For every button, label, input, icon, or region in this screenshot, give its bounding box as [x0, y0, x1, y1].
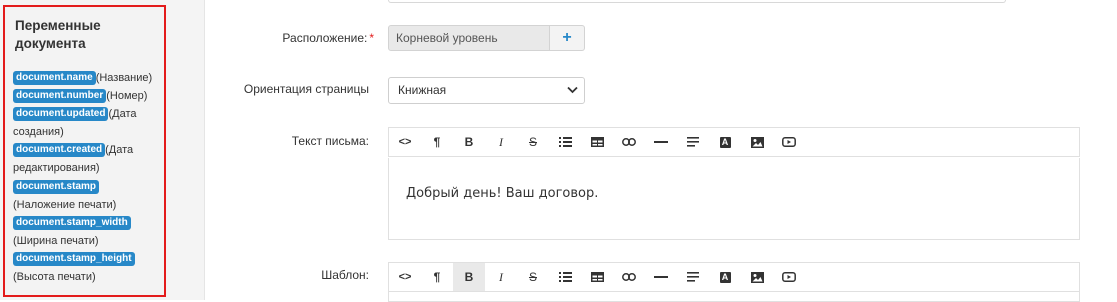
horizontal-rule-button[interactable] — [645, 128, 677, 156]
variable-item: document.updated (Дата создания) — [13, 105, 163, 141]
italic-icon: I — [499, 134, 503, 149]
link-button[interactable] — [613, 263, 645, 291]
image-icon — [750, 136, 764, 148]
variable-item: document.stamp_height (Высота печати) — [13, 250, 163, 286]
variables-title: Переменные документа — [15, 18, 101, 51]
unordered-list-button[interactable] — [549, 263, 581, 291]
bold-button[interactable]: B — [453, 263, 485, 291]
text-color-icon: A — [719, 271, 731, 283]
align-icon — [687, 272, 699, 282]
template-label: Шаблон: — [321, 268, 369, 282]
code-icon: <> — [398, 136, 412, 148]
variable-tag[interactable]: document.number — [13, 89, 107, 104]
template-editor-toolbar: <> ¶ B I S A — [388, 262, 1080, 292]
hr-icon — [654, 141, 668, 143]
list-icon — [558, 137, 572, 147]
previous-input-field[interactable] — [388, 0, 1006, 3]
strikethrough-button[interactable]: S — [517, 128, 549, 156]
variable-tag[interactable]: document.stamp_height — [13, 251, 135, 266]
paragraph-button[interactable]: ¶ — [421, 128, 453, 156]
paragraph-icon: ¶ — [433, 135, 441, 149]
italic-button[interactable]: I — [485, 263, 517, 291]
required-marker: * — [369, 31, 374, 45]
link-icon — [622, 138, 636, 146]
location-field[interactable]: Корневой уровень — [388, 25, 550, 51]
link-icon — [622, 273, 636, 281]
letter-editor-toolbar: <> ¶ B I S A — [388, 127, 1080, 157]
code-icon: <> — [398, 271, 412, 283]
bold-icon: B — [464, 135, 474, 149]
italic-button[interactable]: I — [485, 128, 517, 156]
code-view-button[interactable]: <> — [389, 128, 421, 156]
variable-item: document.name (Название) — [13, 69, 163, 87]
video-button[interactable] — [773, 263, 805, 291]
table-button[interactable] — [581, 128, 613, 156]
font-color-button[interactable]: A — [709, 263, 741, 291]
variable-tag[interactable]: document.stamp_width — [13, 215, 131, 230]
image-button[interactable] — [741, 263, 773, 291]
strikethrough-icon: S — [528, 135, 537, 149]
variable-tag[interactable]: document.created — [13, 143, 106, 158]
video-button[interactable] — [773, 128, 805, 156]
align-icon — [687, 137, 699, 147]
horizontal-rule-button[interactable] — [645, 263, 677, 291]
image-button[interactable] — [741, 128, 773, 156]
variable-item: document.stamp (Наложение печати) — [13, 178, 163, 214]
italic-icon: I — [499, 269, 503, 284]
table-icon — [590, 137, 604, 147]
add-location-button[interactable]: + — [550, 25, 585, 51]
variable-tag[interactable]: document.stamp — [13, 179, 100, 194]
code-view-button[interactable]: <> — [389, 263, 421, 291]
paragraph-button[interactable]: ¶ — [421, 263, 453, 291]
template-editor[interactable] — [388, 292, 1080, 302]
variable-item: document.created (Дата редактирования) — [13, 141, 163, 177]
chevron-down-icon — [567, 86, 578, 94]
paragraph-icon: ¶ — [433, 270, 441, 284]
list-icon — [558, 272, 572, 282]
video-icon — [782, 272, 796, 282]
align-button[interactable] — [677, 263, 709, 291]
strikethrough-button[interactable]: S — [517, 263, 549, 291]
orientation-value: Книжная — [398, 83, 447, 97]
orientation-select[interactable]: Книжная — [388, 77, 585, 104]
variable-description: (Высота печати) — [13, 270, 96, 283]
variable-description: (Номер) — [106, 90, 148, 103]
link-button[interactable] — [613, 128, 645, 156]
text-color-icon: A — [719, 136, 731, 148]
letter-text-editor[interactable]: Добрый день! Ваш договор. — [388, 158, 1080, 240]
strikethrough-icon: S — [528, 270, 537, 284]
bold-button[interactable]: B — [453, 128, 485, 156]
variable-item: document.stamp_width (Ширина печати) — [13, 214, 163, 250]
variable-description: (Наложение печати) — [13, 198, 117, 211]
table-icon — [590, 272, 604, 282]
letter-text-label: Текст письма: — [291, 134, 369, 148]
unordered-list-button[interactable] — [549, 128, 581, 156]
variable-description: (Ширина печати) — [13, 234, 99, 247]
form-area: Расположение: * Корневой уровень + Ориент… — [205, 0, 1117, 302]
variable-item: document.number (Номер) — [13, 87, 163, 105]
font-color-button[interactable]: A — [709, 128, 741, 156]
variables-list: document.name (Название) document.number(… — [13, 69, 163, 286]
align-button[interactable] — [677, 128, 709, 156]
variable-tag[interactable]: document.updated — [13, 107, 109, 122]
location-label: Расположение: * — [282, 31, 374, 45]
image-icon — [750, 271, 764, 283]
variable-description: (Название) — [95, 72, 153, 85]
document-variables-panel: Переменные документа document.name (Назва… — [3, 5, 166, 297]
bold-icon: B — [464, 270, 474, 284]
table-button[interactable] — [581, 263, 613, 291]
hr-icon — [654, 276, 668, 278]
variable-tag[interactable]: document.name — [13, 71, 96, 86]
video-icon — [782, 137, 796, 147]
orientation-label: Ориентация страницы — [243, 82, 369, 96]
panel-divider — [169, 0, 205, 300]
